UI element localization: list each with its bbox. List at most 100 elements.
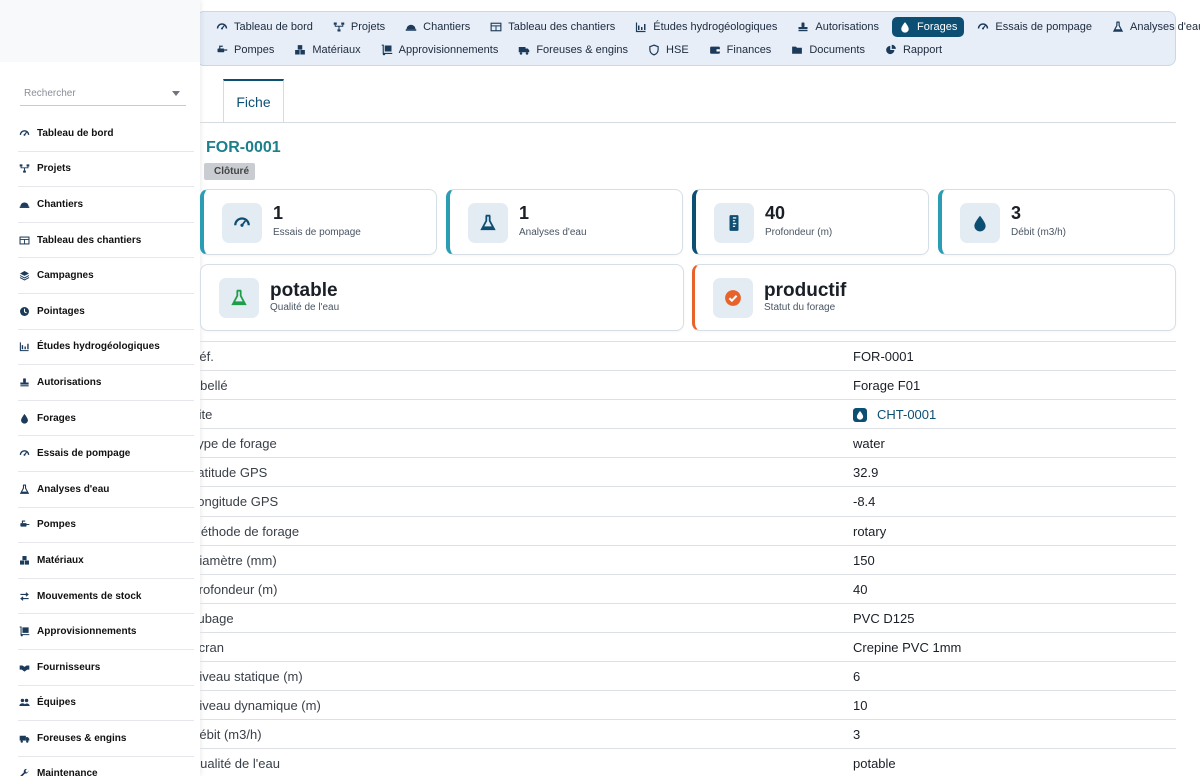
detail-row: Qualité de l'eau potable	[200, 748, 1176, 776]
top-nav-essais-de-pompage[interactable]: Essais de pompage	[970, 17, 1099, 37]
top-navigation: Tableau de bord Projets Chantiers Tableau d…	[196, 11, 1200, 66]
detail-row: Tubage PVC D125	[200, 602, 1176, 632]
detail-key: Libellé	[200, 378, 440, 393]
top-nav-materiaux[interactable]: Matériaux	[287, 40, 367, 60]
sidebar-item-maintenance[interactable]: Maintenance	[18, 757, 194, 776]
pump-icon	[216, 44, 228, 56]
detail-row: Site CHT-0001	[200, 399, 1176, 428]
detail-value-text: PVC D125	[853, 610, 915, 626]
top-nav-label: Chantiers	[423, 21, 471, 33]
detail-key: Diamètre (mm)	[200, 553, 440, 568]
detail-key: Débit (m3/h)	[200, 727, 440, 742]
stat-value: 40	[765, 203, 786, 223]
status-card-statut-du-forage: productif Statut du forage	[692, 264, 1176, 331]
users-icon	[19, 697, 30, 708]
table-icon	[490, 21, 502, 33]
top-nav-tableau-des-chantiers[interactable]: Tableau des chantiers	[483, 17, 622, 37]
detail-value-text: 3	[853, 727, 861, 743]
sidebar-item-pointages[interactable]: Pointages	[18, 294, 194, 330]
detail-value-text: 6	[853, 669, 861, 685]
stat-label: Débit (m3/h)	[1011, 227, 1067, 238]
top-nav-forages[interactable]: Forages	[892, 17, 965, 37]
sidebar-item-label: Maintenance	[37, 768, 98, 776]
stat-value: 1	[273, 203, 284, 223]
top-nav-hse[interactable]: HSE	[641, 40, 696, 60]
detail-key-text: Tubage	[200, 610, 234, 626]
detail-key: Niveau dynamique (m)	[200, 698, 440, 713]
check-circle-icon	[713, 278, 753, 318]
detail-key-text: Niveau statique (m)	[200, 669, 303, 685]
caret-down-icon[interactable]	[172, 91, 180, 96]
dolly-icon	[381, 44, 393, 56]
sidebar-item-essais-de-pompage[interactable]: Essais de pompage	[18, 436, 194, 472]
top-nav-pompes[interactable]: Pompes	[209, 40, 281, 60]
detail-key: Latitude GPS	[200, 465, 440, 480]
sidebar-item-materiaux[interactable]: Matériaux	[18, 543, 194, 579]
sidebar-item-projets[interactable]: Projets	[18, 152, 194, 188]
detail-value: rotary	[853, 524, 886, 539]
sidebar-item-approvisionnements[interactable]: Approvisionnements	[18, 614, 194, 650]
sidebar-item-foreuses-engins[interactable]: Foreuses & engins	[18, 721, 194, 757]
gauge-icon	[977, 21, 989, 33]
detail-value: 40	[853, 582, 867, 597]
top-nav-finances[interactable]: Finances	[702, 40, 779, 60]
stat-card-analyses-d-eau: 1 Analyses d'eau	[446, 189, 683, 255]
detail-key-text: Qualité de l'eau	[200, 756, 280, 772]
sidebar-item-label: Matériaux	[37, 554, 84, 566]
top-nav-autorisations[interactable]: Autorisations	[790, 17, 886, 37]
sidebar-item-etudes-hydrogeologiques[interactable]: Études hydrogéologiques	[18, 330, 194, 366]
search-select[interactable]: Rechercher	[20, 82, 186, 106]
detail-key-text: Libellé	[200, 378, 228, 394]
status-label: Statut du forage	[764, 302, 836, 313]
sidebar-item-tableau-de-bord[interactable]: Tableau de bord	[18, 116, 194, 152]
top-nav-chantiers[interactable]: Chantiers	[398, 17, 477, 37]
gauge-icon	[19, 448, 30, 459]
wallet-icon	[709, 44, 721, 56]
detail-row: Écran Crepine PVC 1mm	[200, 631, 1176, 661]
detail-value-text: rotary	[853, 523, 887, 539]
top-nav-rapport[interactable]: Rapport	[878, 40, 949, 60]
top-nav-label: Finances	[726, 44, 772, 56]
top-nav-foreuses-engins[interactable]: Foreuses & engins	[511, 40, 635, 60]
site-link[interactable]: CHT-0001	[877, 407, 936, 422]
top-nav-approvisionnements[interactable]: Approvisionnements	[374, 40, 506, 60]
stamp-icon	[19, 377, 30, 388]
sidebar-item-autorisations[interactable]: Autorisations	[18, 365, 194, 401]
sidebar-item-analyses-d-eau[interactable]: Analyses d'eau	[18, 472, 194, 508]
detail-row: Latitude GPS 32.9	[200, 457, 1176, 486]
top-nav-etudes-hydrogeologiques[interactable]: Études hydrogéologiques	[628, 17, 784, 37]
top-nav-tableau-de-bord[interactable]: Tableau de bord	[209, 17, 320, 37]
top-nav-label: Autorisations	[815, 21, 879, 33]
detail-value-text: water	[853, 436, 885, 452]
detail-key-text: Méthode de forage	[200, 523, 300, 539]
sidebar-item-label: Fournisseurs	[37, 661, 101, 673]
sidebar-item-tableau-des-chantiers[interactable]: Tableau des chantiers	[18, 223, 194, 259]
chart-icon	[635, 21, 647, 33]
detail-key: Niveau statique (m)	[200, 669, 440, 684]
sidebar-item-mouvements-de-stock[interactable]: Mouvements de stock	[18, 579, 194, 615]
tab-fiche[interactable]: Fiche	[223, 79, 284, 123]
sidebar-item-equipes[interactable]: Équipes	[18, 686, 194, 722]
search-placeholder: Rechercher	[24, 88, 76, 99]
detail-row: Niveau statique (m) 6	[200, 661, 1176, 690]
droplet-icon	[960, 203, 1000, 243]
sidebar-item-campagnes[interactable]: Campagnes	[18, 258, 194, 294]
top-nav-row-1: Tableau de bord Projets Chantiers Tableau d…	[209, 16, 1200, 38]
flask-icon	[219, 278, 259, 318]
sidebar-item-pompes[interactable]: Pompes	[18, 508, 194, 544]
cubes-icon	[19, 555, 30, 566]
sidebar-item-fournisseurs[interactable]: Fournisseurs	[18, 650, 194, 686]
top-nav-documents[interactable]: Documents	[784, 40, 872, 60]
sidebar-item-forages[interactable]: Forages	[18, 401, 194, 437]
sidebar-item-chantiers[interactable]: Chantiers	[18, 187, 194, 223]
detail-key: Profondeur (m)	[200, 582, 440, 597]
sidebar-item-label: Chantiers	[37, 198, 84, 210]
top-nav-projets[interactable]: Projets	[326, 17, 392, 37]
detail-key: Réf.	[200, 349, 440, 364]
top-nav-label: Tableau des chantiers	[508, 21, 616, 33]
detail-value-text: Forage F01	[853, 378, 921, 394]
top-nav-label: HSE	[666, 44, 689, 56]
sidebar: Rechercher Tableau de bord Projets Chantie…	[0, 0, 200, 776]
top-nav-analyses-d-eau[interactable]: Analyses d'eau	[1105, 17, 1200, 37]
detail-value: water	[853, 436, 885, 451]
